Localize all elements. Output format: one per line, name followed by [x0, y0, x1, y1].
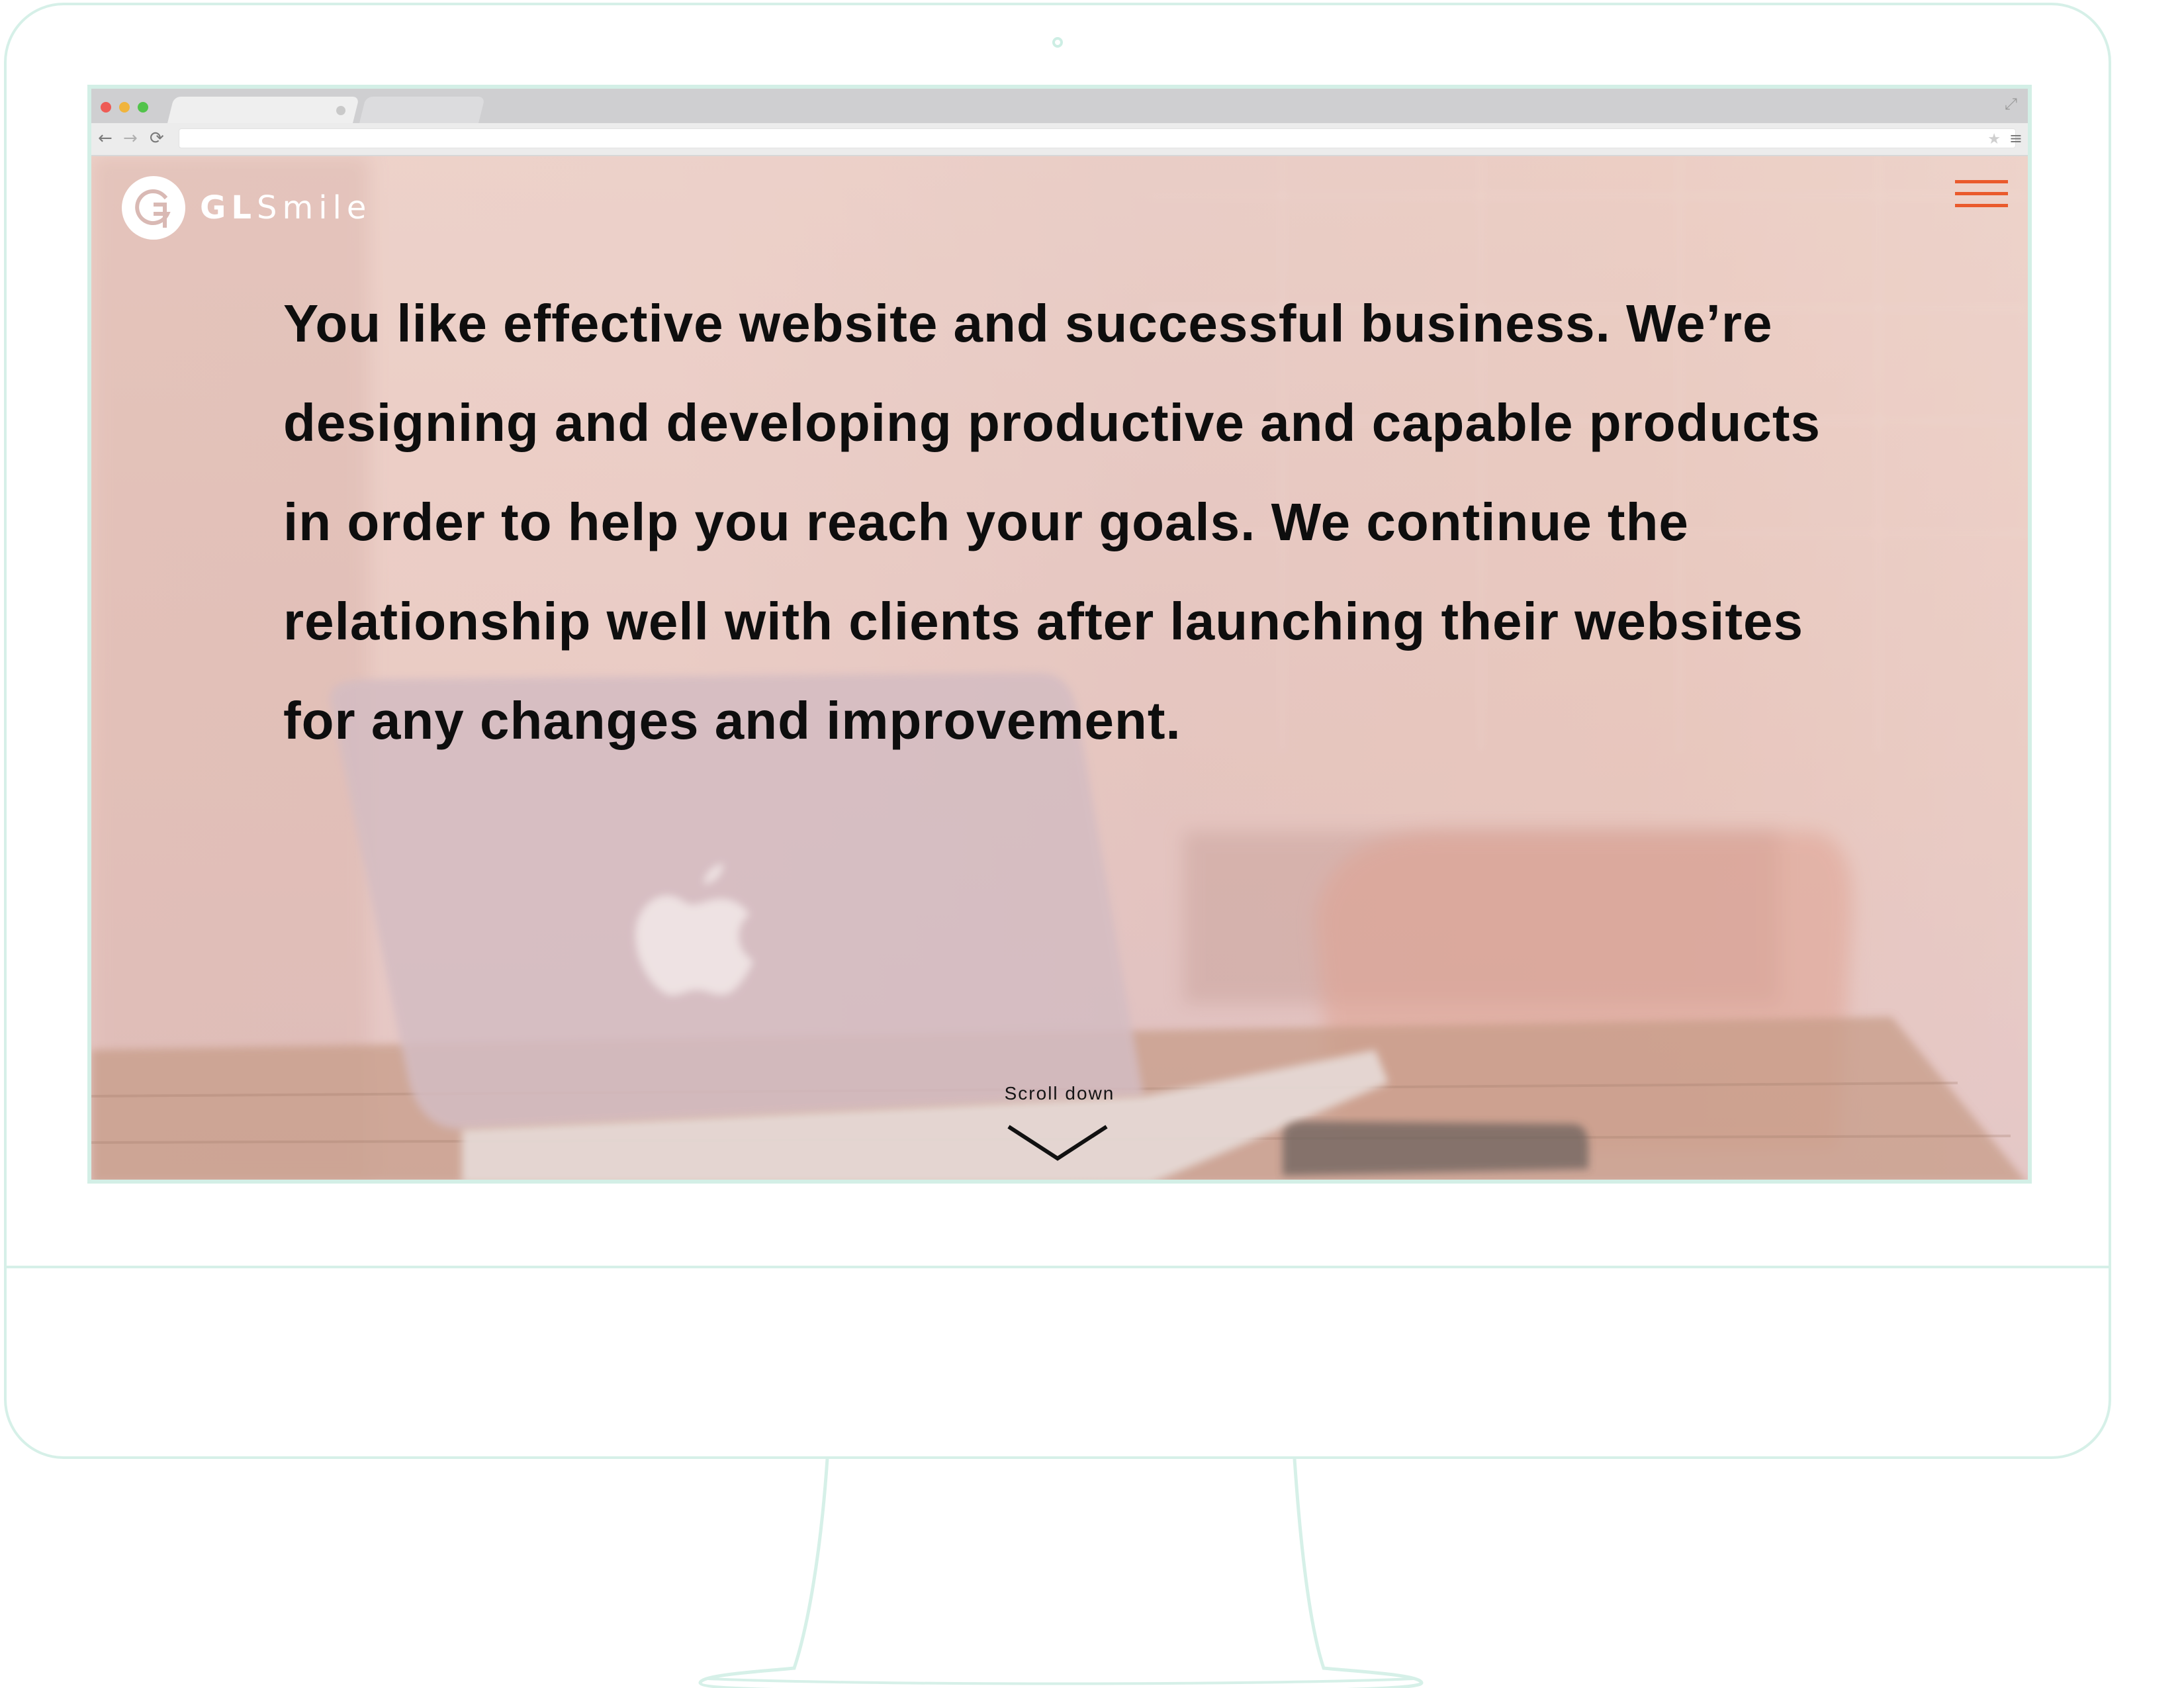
- reload-icon[interactable]: ⟳: [150, 127, 164, 150]
- browser-menu-icon[interactable]: ≡: [2009, 128, 2023, 148]
- tab-close-icon[interactable]: [336, 106, 345, 115]
- website-hero: GLSmile You like effective website and s…: [91, 156, 2028, 1180]
- fullscreen-icon[interactable]: ⤢: [2005, 95, 2017, 114]
- scene: ⤢ ← → ⟳ ★ ≡ GLSmile You like effective w…: [0, 0, 2184, 1688]
- star-icon[interactable]: ★: [1987, 129, 2001, 149]
- monitor-chin-divider: [7, 1266, 2109, 1268]
- minimize-window-button[interactable]: [119, 102, 130, 113]
- browser-tab-active[interactable]: [167, 97, 359, 123]
- browser-toolbar: ← → ⟳ ★ ≡: [91, 123, 2028, 156]
- webcam-icon: [1052, 37, 1063, 48]
- monitor-screen: ⤢ ← → ⟳ ★ ≡ GLSmile You like effective w…: [87, 85, 2032, 1184]
- browser-tab-bar: ⤢: [91, 89, 2028, 123]
- logo-wordmark-light: Smile: [256, 189, 372, 226]
- site-logo[interactable]: GLSmile: [122, 176, 371, 240]
- hamburger-menu-icon[interactable]: [1955, 180, 2008, 209]
- logo-wordmark-bold: GL: [200, 189, 257, 226]
- logo-mark-icon: [122, 176, 185, 240]
- logo-wordmark: GLSmile: [200, 189, 371, 226]
- chevron-down-icon[interactable]: [1005, 1121, 1111, 1164]
- hero-headline: You like effective website and successfu…: [283, 294, 1821, 750]
- back-icon[interactable]: ←: [98, 127, 113, 150]
- scroll-down-label[interactable]: Scroll down: [91, 1083, 2028, 1104]
- address-bar[interactable]: ★: [179, 128, 2016, 148]
- maximize-window-button[interactable]: [138, 102, 148, 113]
- forward-icon[interactable]: →: [123, 127, 138, 150]
- browser-tab-new[interactable]: [359, 97, 485, 123]
- close-window-button[interactable]: [101, 102, 111, 113]
